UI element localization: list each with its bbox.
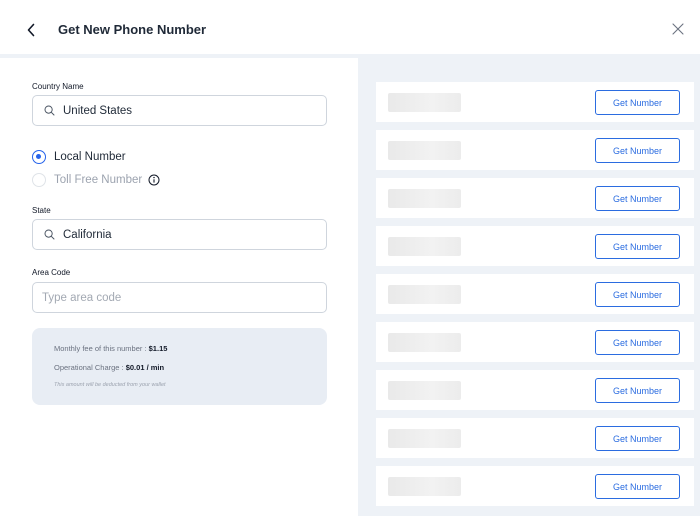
fee-info-card: Monthly fee of this number : $1.15 Opera… xyxy=(32,328,327,405)
number-placeholder xyxy=(388,141,461,160)
area-code-placeholder: Type area code xyxy=(42,291,122,304)
number-placeholder xyxy=(388,333,461,352)
radio-toll-free-number[interactable]: Toll Free Number xyxy=(32,173,160,187)
wallet-deduction-note: This amount will be deducted from your w… xyxy=(54,382,166,388)
area-code-label: Area Code xyxy=(32,268,71,277)
number-placeholder xyxy=(388,93,461,112)
search-icon xyxy=(44,105,55,116)
get-number-button[interactable]: Get Number xyxy=(595,138,680,163)
number-row: Get Number xyxy=(376,82,694,122)
number-placeholder xyxy=(388,381,461,400)
country-label: Country Name xyxy=(32,82,84,91)
number-row: Get Number xyxy=(376,322,694,362)
area-code-input[interactable]: Type area code xyxy=(32,282,327,313)
operational-charge-label: Operational Charge : xyxy=(54,363,124,372)
number-row: Get Number xyxy=(376,370,694,410)
info-icon[interactable] xyxy=(148,174,160,186)
radio-local-number[interactable]: Local Number xyxy=(32,150,126,164)
operational-charge-value: $0.01 / min xyxy=(125,363,165,372)
get-number-button[interactable]: Get Number xyxy=(595,426,680,451)
state-value: California xyxy=(63,228,112,241)
number-row: Get Number xyxy=(376,226,694,266)
state-label: State xyxy=(32,206,51,215)
country-value: United States xyxy=(63,104,133,117)
search-icon xyxy=(44,229,55,240)
radio-selected-icon xyxy=(32,150,46,164)
radio-unselected-icon xyxy=(32,173,46,187)
number-placeholder xyxy=(388,237,461,256)
get-number-button[interactable]: Get Number xyxy=(595,330,680,355)
get-number-button[interactable]: Get Number xyxy=(595,378,680,403)
number-row: Get Number xyxy=(376,466,694,506)
get-number-button[interactable]: Get Number xyxy=(595,282,680,307)
number-row: Get Number xyxy=(376,130,694,170)
number-row: Get Number xyxy=(376,178,694,218)
dialog-header: Get New Phone Number xyxy=(0,0,700,58)
number-placeholder xyxy=(388,285,461,304)
monthly-fee-value: $1.15 xyxy=(148,344,168,353)
number-placeholder xyxy=(388,477,461,496)
monthly-fee: Monthly fee of this number : $1.15 xyxy=(54,344,167,353)
monthly-fee-label: Monthly fee of this number : xyxy=(54,344,147,353)
number-placeholder xyxy=(388,429,461,448)
number-row: Get Number xyxy=(376,418,694,458)
close-icon[interactable] xyxy=(672,22,686,36)
country-input[interactable]: United States xyxy=(32,95,327,126)
get-number-button[interactable]: Get Number xyxy=(595,234,680,259)
number-placeholder xyxy=(388,189,461,208)
radio-label-local: Local Number xyxy=(54,151,126,163)
chevron-left-icon[interactable] xyxy=(26,20,42,40)
number-row: Get Number xyxy=(376,274,694,314)
page-title: Get New Phone Number xyxy=(58,22,207,37)
state-input[interactable]: California xyxy=(32,219,327,250)
get-number-button[interactable]: Get Number xyxy=(595,186,680,211)
operational-charge: Operational Charge : $0.01 / min xyxy=(54,363,164,372)
get-number-button[interactable]: Get Number xyxy=(595,90,680,115)
radio-label-toll-free: Toll Free Number xyxy=(54,174,143,186)
get-number-button[interactable]: Get Number xyxy=(595,474,680,499)
